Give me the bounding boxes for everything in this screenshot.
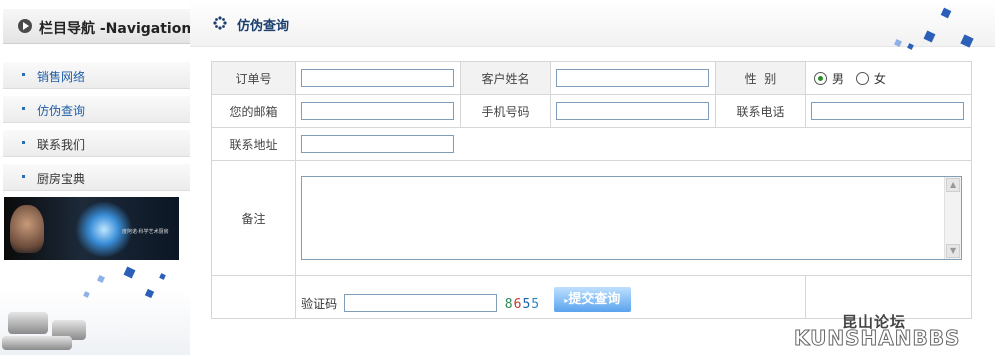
memo-scrollbar[interactable]: ▲ ▼ [944,177,962,259]
flower-icon [213,16,227,30]
cube-decoration [144,288,155,299]
captcha-cell: 验证码 8655 ▸提交查询 [295,275,806,319]
customer-name-label: 客户姓名 [460,61,552,95]
banner-text: 度阿诺·科学艺术厨房 [122,229,169,235]
sidebar-item-contact[interactable]: 联系我们 [3,130,190,157]
cube-decoration [97,275,105,283]
empty-cell [210,275,297,319]
bullet-icon [22,175,25,178]
order-label: 订单号 [210,61,297,95]
watermark-en: KUNSHANBBS [793,326,961,351]
sidebar-item-label: 仿伪查询 [37,104,86,118]
address-cell [295,127,972,161]
main-header: 仿伪查询 [190,0,995,50]
captcha-image[interactable]: 8655 [505,297,540,312]
gender-cell: 男 女 [804,61,973,95]
sidebar-item-anti-counterfeit[interactable]: 仿伪查询 [3,96,190,123]
promo-banner[interactable]: 度阿诺·科学艺术厨房 [4,197,179,260]
cube-decoration [83,291,90,298]
order-cell [295,61,462,95]
sidebar-header: 栏目导航 -Navigation [3,9,192,44]
scroll-down-icon[interactable]: ▼ [946,244,961,258]
mobile-cell [550,94,717,128]
order-number-input[interactable] [301,69,455,87]
address-input[interactable] [301,135,455,153]
forum-watermark: 昆山论坛 KUNSHANBBS [792,308,992,353]
memo-textarea[interactable]: ▲ ▼ [301,176,963,260]
bullet-icon [22,141,25,144]
sidebar-item-kitchen-guide[interactable]: 厨房宝典 [3,164,190,191]
kitchenware-image [0,262,190,355]
form-row: 联系地址 [210,127,972,161]
captcha-input[interactable] [343,294,497,312]
captcha-digit: 5 [522,297,532,312]
form-row: 您的邮箱 手机号码 联系电话 [210,94,973,128]
submit-label: 提交查询 [568,292,621,307]
cube-decoration [960,34,974,48]
captcha-label: 验证码 [301,297,338,311]
form-row: 订单号 客户姓名 性 别 男 女 [210,61,973,95]
gender-male-radio[interactable] [813,71,827,85]
cube-decoration [940,7,952,19]
cube-decoration [159,273,166,280]
scroll-up-icon[interactable]: ▲ [946,178,961,192]
bullet-icon [22,73,25,76]
email-label: 您的邮箱 [210,94,297,128]
customer-name-input[interactable] [556,69,710,87]
gender-label: 性 别 [715,61,806,95]
sidebar-title: 栏目导航 -Navigation [39,21,192,37]
customer-cell [550,61,717,95]
cube-decoration [123,266,136,279]
pan-image [2,336,72,350]
sidebar: 栏目导航 -Navigation 销售网络 仿伪查询 联系我们 厨房宝典 度阿诺… [0,0,192,355]
portrait-image [10,205,44,253]
bullet-icon [22,107,25,110]
phone-cell [804,94,973,128]
email-cell [295,94,462,128]
captcha-digit: 8 [504,297,514,312]
phone-label: 联系电话 [715,94,806,128]
sidebar-item-sales-network[interactable]: 销售网络 [3,62,190,89]
gender-female-radio[interactable] [855,71,869,85]
gender-female-label: 女 [873,71,886,86]
sidebar-item-label: 销售网络 [37,70,86,84]
phone-input[interactable] [810,102,964,120]
memo-cell: ▲ ▼ [295,160,972,276]
query-form: 订单号 客户姓名 性 别 男 女 您的邮箱 手机号码 联系电话 联系地址 备注 … [210,61,973,319]
form-row: 备注 ▲ ▼ [210,160,972,276]
address-label: 联系地址 [210,127,297,161]
cube-decoration [907,43,914,50]
cube-decoration [894,39,902,47]
sidebar-item-label: 厨房宝典 [37,172,86,186]
play-icon [18,19,32,33]
mobile-label: 手机号码 [460,94,552,128]
captcha-digit: 5 [531,297,541,312]
memo-label: 备注 [210,160,297,276]
cube-decoration [923,30,936,43]
sidebar-item-label: 联系我们 [37,138,86,152]
email-input[interactable] [301,102,455,120]
pot-image [8,312,48,334]
mobile-input[interactable] [556,102,710,120]
page-title: 仿伪查询 [237,19,290,34]
gender-male-label: 男 [831,71,844,86]
submit-query-button[interactable]: ▸提交查询 [553,287,631,312]
